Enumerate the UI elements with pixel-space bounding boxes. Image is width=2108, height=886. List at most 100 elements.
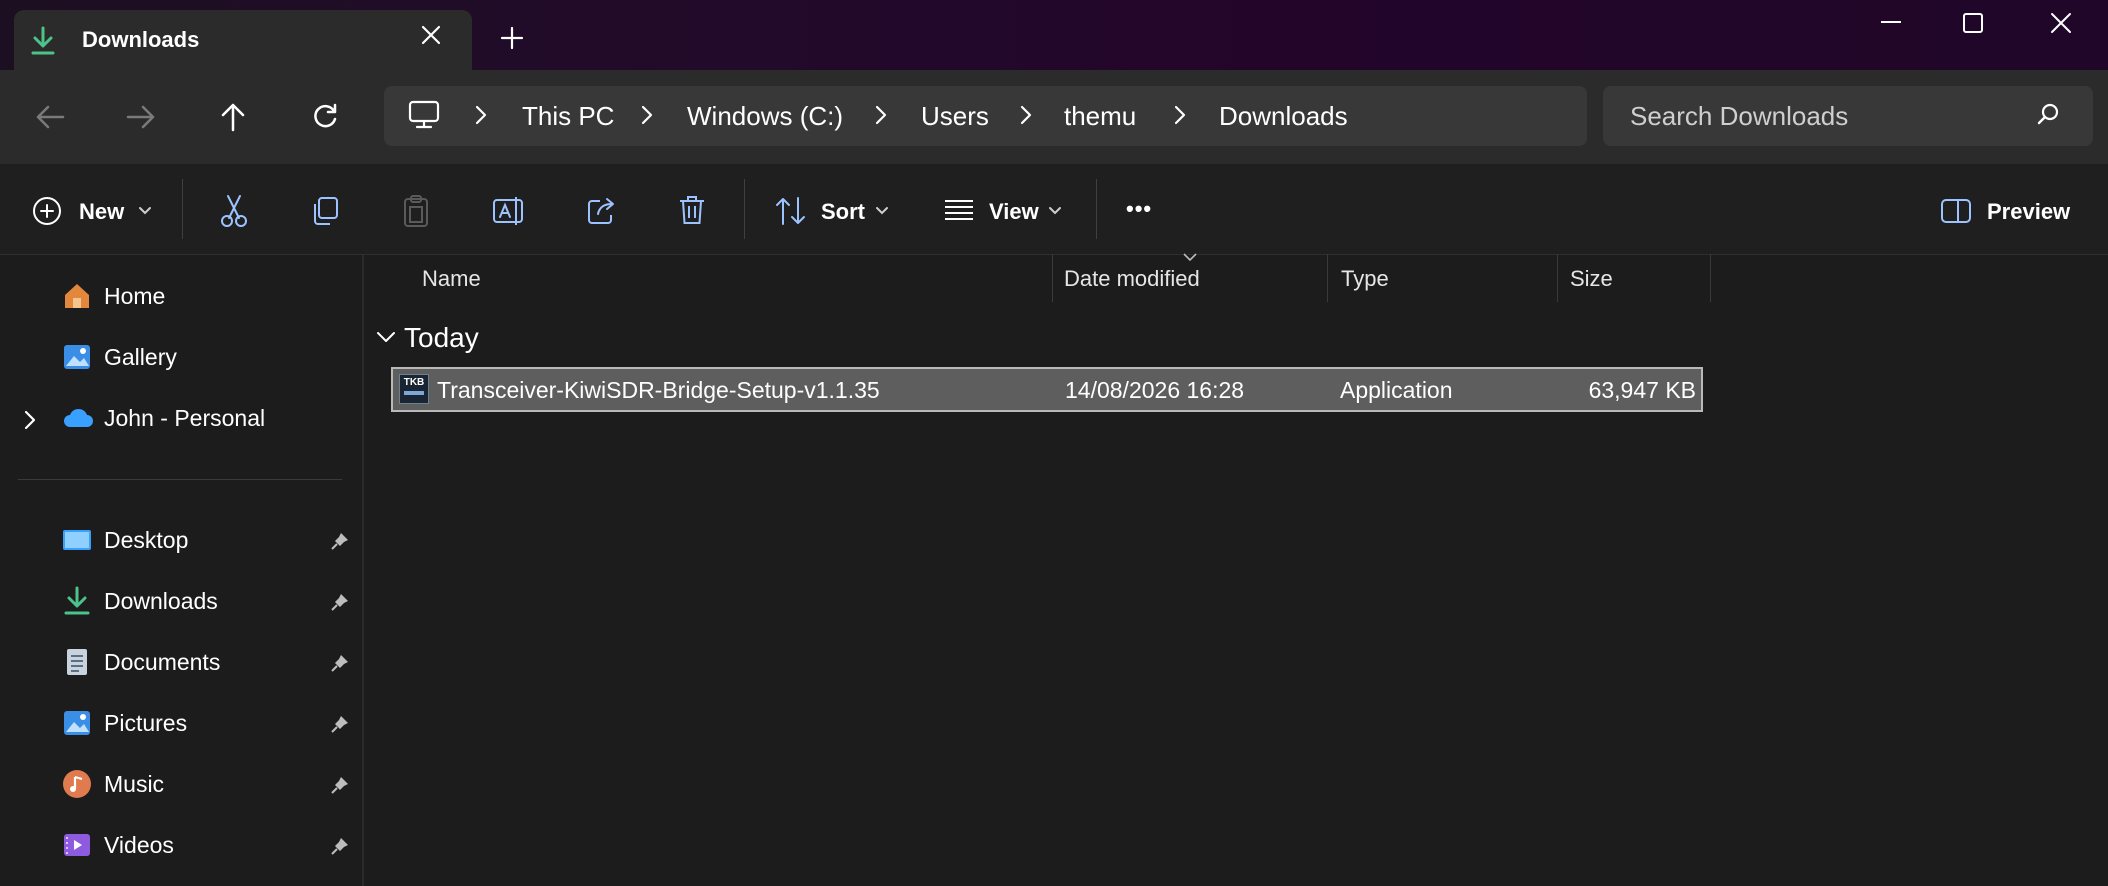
sidebar-item-label: Gallery: [104, 344, 177, 370]
cloud-icon: [62, 403, 93, 433]
file-date-modified: 14/08/2026 16:28: [1065, 377, 1245, 403]
chevron-down-icon[interactable]: [1048, 206, 1062, 216]
videos-icon: [62, 830, 92, 860]
delete-button[interactable]: [678, 194, 706, 226]
sidebar-item-home[interactable]: Home: [0, 271, 360, 321]
sort-button[interactable]: [774, 196, 808, 226]
breadcrumb-chevron-icon[interactable]: [874, 104, 888, 126]
home-icon: [62, 281, 92, 311]
preview-button-label[interactable]: Preview: [1987, 199, 2070, 225]
sidebar-item-label: Documents: [104, 649, 221, 675]
view-button[interactable]: [944, 198, 974, 222]
application-icon: TKB: [399, 374, 429, 404]
sidebar-item-music[interactable]: Music: [0, 759, 360, 809]
refresh-button[interactable]: [300, 92, 350, 142]
maximize-icon[interactable]: [1962, 12, 1984, 34]
paste-icon: [404, 195, 428, 227]
music-icon: [62, 769, 92, 799]
sidebar-item-label: Home: [104, 283, 166, 309]
close-window-icon[interactable]: [2050, 12, 2072, 34]
new-button[interactable]: [32, 196, 62, 226]
sort-button-label[interactable]: Sort: [821, 199, 865, 225]
chevron-down-icon[interactable]: [138, 206, 152, 216]
cut-button[interactable]: [219, 194, 249, 228]
pin-icon[interactable]: [330, 836, 350, 856]
up-arrow-icon: [221, 103, 245, 132]
app-icon-bar: [404, 391, 424, 395]
group-header-today[interactable]: Today: [404, 322, 479, 354]
trash-icon: [680, 196, 704, 224]
this-pc-icon[interactable]: [408, 100, 440, 130]
sidebar-item-gallery[interactable]: Gallery: [0, 332, 360, 382]
sidebar-item-videos[interactable]: Videos: [0, 820, 360, 870]
breadcrumb-chevron-icon[interactable]: [1173, 104, 1187, 126]
file-name[interactable]: Transceiver-KiwiSDR-Bridge-Setup-v1.1.35: [437, 377, 880, 404]
sidebar-item-label: Downloads: [104, 588, 218, 614]
breadcrumb-chevron-icon[interactable]: [474, 104, 488, 126]
paste-button[interactable]: [402, 194, 430, 228]
column-header-date-modified[interactable]: Date modified: [1064, 266, 1200, 292]
file-size: 63,947 KB: [1588, 377, 1696, 403]
sidebar-item-desktop[interactable]: Desktop: [0, 515, 360, 565]
refresh-icon: [314, 103, 337, 128]
app-icon-text: TKB: [403, 377, 425, 388]
column-header-type[interactable]: Type: [1341, 266, 1389, 292]
column-divider[interactable]: [1557, 254, 1558, 302]
sidebar-item-downloads[interactable]: Downloads: [0, 576, 360, 626]
breadcrumb-chevron-icon[interactable]: [1019, 104, 1033, 126]
sort-icon: [776, 197, 805, 225]
sidebar-item-label: John - Personal: [104, 405, 266, 431]
downloads-icon: [62, 586, 92, 616]
chevron-down-icon[interactable]: [875, 206, 889, 216]
column-divider[interactable]: [1710, 254, 1711, 302]
sidebar-item-label: Pictures: [104, 710, 188, 736]
breadcrumb-themu[interactable]: themu: [1064, 101, 1136, 132]
breadcrumb-downloads[interactable]: Downloads: [1219, 101, 1348, 132]
new-tab-icon[interactable]: [500, 26, 524, 50]
sidebar-separator: [18, 479, 342, 480]
search-icon[interactable]: [2036, 102, 2060, 126]
view-button-label[interactable]: View: [989, 199, 1039, 225]
download-icon: [30, 26, 56, 56]
column-divider[interactable]: [1052, 254, 1053, 302]
breadcrumb-users[interactable]: Users: [921, 101, 989, 132]
sidebar-item-label: Desktop: [104, 527, 189, 553]
copy-button[interactable]: [310, 195, 340, 227]
toolbar-separator: [182, 179, 183, 239]
tab-close-icon[interactable]: [420, 24, 442, 46]
column-header-name[interactable]: Name: [422, 266, 481, 292]
scissors-icon: [221, 195, 247, 227]
documents-icon: [62, 647, 92, 677]
breadcrumb-this-pc[interactable]: This PC: [522, 101, 614, 132]
rename-button[interactable]: [492, 194, 526, 228]
pin-icon[interactable]: [330, 531, 350, 551]
sidebar-item-pictures[interactable]: Pictures: [0, 698, 360, 748]
toolbar-separator: [1096, 179, 1097, 239]
view-list-icon: [945, 200, 973, 220]
desktop-icon: [62, 525, 92, 555]
pin-icon[interactable]: [330, 592, 350, 612]
column-header-size[interactable]: Size: [1570, 266, 1613, 292]
tab-title: Downloads: [82, 27, 200, 52]
share-button[interactable]: [586, 195, 618, 225]
sidebar-item-john-personal[interactable]: John - Personal: [0, 393, 360, 443]
new-button-label[interactable]: New: [79, 199, 124, 225]
breadcrumb-windows-c[interactable]: Windows (C:): [687, 101, 843, 132]
minimize-icon[interactable]: [1880, 20, 1902, 24]
breadcrumb-chevron-icon[interactable]: [640, 104, 654, 126]
toolbar-separator: [744, 179, 745, 239]
collapse-chevron-icon[interactable]: [376, 330, 396, 344]
sidebar-item-documents[interactable]: Documents: [0, 637, 360, 687]
pin-icon[interactable]: [330, 714, 350, 734]
back-arrow-icon: [36, 105, 65, 129]
pin-icon[interactable]: [330, 775, 350, 795]
file-type: Application: [1340, 377, 1453, 403]
sidebar-item-label: Music: [104, 771, 165, 797]
back-button[interactable]: [25, 92, 75, 142]
forward-button[interactable]: [116, 92, 166, 142]
more-options-button[interactable]: •••: [1126, 196, 1152, 222]
column-divider[interactable]: [1327, 254, 1328, 302]
pin-icon[interactable]: [330, 653, 350, 673]
up-button[interactable]: [208, 92, 258, 142]
preview-pane-icon[interactable]: [1940, 198, 1972, 224]
